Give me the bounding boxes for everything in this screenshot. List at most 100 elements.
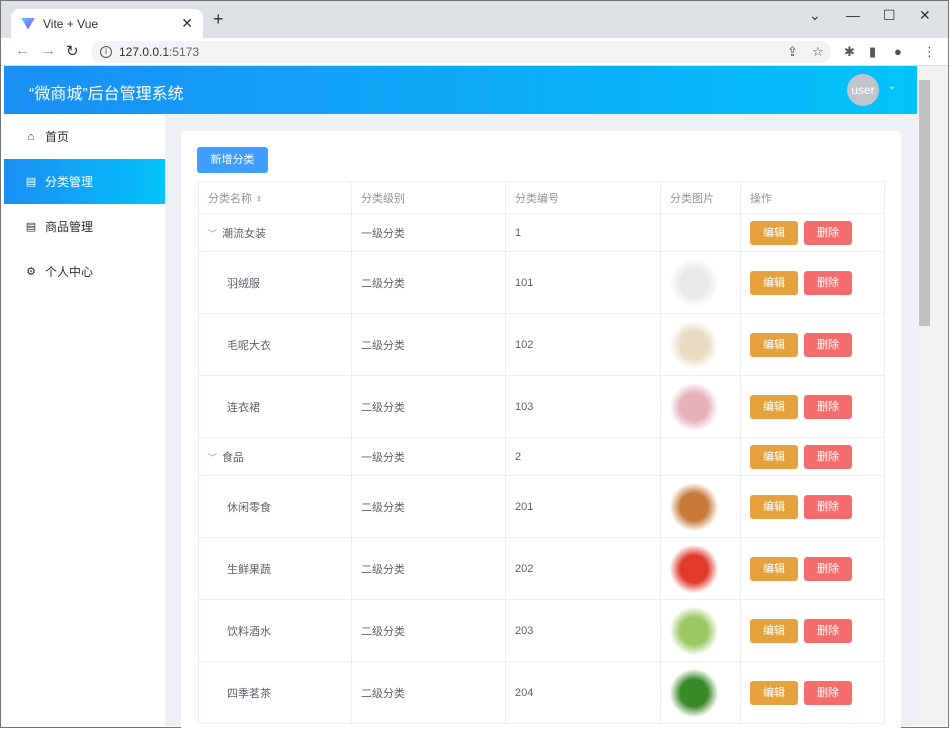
column-header-name[interactable]: 分类名称 ⬍ (198, 181, 352, 214)
level-cell: 二级分类 (351, 537, 506, 600)
sort-icon[interactable]: ⬍ (255, 194, 263, 204)
scrollbar[interactable] (917, 66, 947, 726)
edit-button[interactable]: 编辑 (750, 494, 798, 519)
name-cell: 毛呢大衣 (198, 313, 352, 376)
reload-icon[interactable]: ↻ (66, 42, 79, 60)
sidebar-item-profile[interactable]: ⚙ 个人中心 (4, 249, 165, 294)
side-panel-icon[interactable]: ▮ (869, 44, 876, 60)
delete-button[interactable]: 删除 (804, 618, 852, 643)
image-cell (660, 437, 741, 476)
category-image (670, 668, 718, 717)
chevron-down-icon[interactable]: ﹀ (208, 227, 222, 240)
name-cell: 休闲零食 (198, 475, 352, 538)
table-row: 饮料酒水 二级分类 203 编辑 删除 (198, 599, 885, 662)
actions-cell: 编辑 删除 (740, 437, 885, 476)
tab-search-icon[interactable]: ⌄ (809, 7, 821, 24)
scrollbar-thumb[interactable] (919, 80, 930, 326)
user-avatar[interactable]: user (847, 74, 879, 106)
column-header-actions: 操作 (740, 181, 885, 214)
column-header-level: 分类级别 (351, 181, 506, 214)
delete-button[interactable]: 删除 (804, 556, 852, 581)
bookmark-star-icon[interactable]: ☆ (812, 44, 824, 60)
table-row: 休闲零食 二级分类 201 编辑 删除 (198, 475, 885, 538)
tab-title: Vite + Vue (43, 16, 99, 31)
url-port: :5173 (169, 45, 200, 59)
back-icon[interactable]: ← (15, 42, 30, 59)
name-cell: 生鲜果蔬 (198, 537, 352, 600)
edit-button[interactable]: 编辑 (750, 444, 798, 469)
delete-button[interactable]: 删除 (804, 332, 852, 357)
level-cell: 二级分类 (351, 475, 506, 538)
name-cell: 连衣裙 (198, 375, 352, 438)
close-tab-icon[interactable]: ✕ (181, 15, 193, 32)
info-icon: i (100, 46, 112, 58)
clipboard-icon: ▤ (25, 176, 37, 188)
category-image (670, 258, 718, 307)
actions-cell: 编辑 删除 (740, 537, 885, 600)
level-cell: 二级分类 (351, 661, 506, 724)
close-window-button[interactable]: ✕ (919, 7, 931, 24)
browser-tab[interactable]: Vite + Vue ✕ (11, 9, 203, 38)
name-cell: 羽绒服 (198, 251, 352, 314)
code-cell: 202 (505, 537, 661, 600)
chevron-down-icon[interactable]: ﹀ (208, 451, 222, 464)
new-tab-button[interactable]: + (213, 9, 224, 30)
address-bar: ← → ↻ i 127.0.0.1:5173 ⇪ ☆ ✱ ▮ ● ⋮ (1, 38, 948, 66)
share-icon[interactable]: ⇪ (787, 44, 798, 60)
edit-button[interactable]: 编辑 (750, 220, 798, 245)
category-image (670, 482, 718, 531)
code-cell: 101 (505, 251, 661, 314)
profile-icon[interactable]: ● (894, 44, 902, 59)
column-header-code: 分类编号 (505, 181, 661, 214)
sidebar: ⌂ 首页 ▤ 分类管理 ▤ 商品管理 ⚙ 个人中心 (4, 114, 165, 726)
image-cell (660, 661, 741, 724)
category-name: 食品 (222, 451, 244, 464)
edit-button[interactable]: 编辑 (750, 270, 798, 295)
sidebar-item-category[interactable]: ▤ 分类管理 (4, 159, 165, 204)
delete-button[interactable]: 删除 (804, 494, 852, 519)
minimize-button[interactable]: — (846, 7, 860, 23)
actions-cell: 编辑 删除 (740, 313, 885, 376)
extensions-icon[interactable]: ✱ (844, 44, 855, 60)
delete-button[interactable]: 删除 (804, 220, 852, 245)
name-cell: 饮料酒水 (198, 599, 352, 662)
table-row: 四季茗茶 二级分类 204 编辑 删除 (198, 661, 885, 724)
menu-icon[interactable]: ⋮ (923, 44, 936, 60)
level-cell: 二级分类 (351, 599, 506, 662)
image-cell (660, 537, 741, 600)
maximize-button[interactable]: ☐ (883, 7, 896, 24)
sidebar-item-home[interactable]: ⌂ 首页 (4, 114, 165, 159)
delete-button[interactable]: 删除 (804, 444, 852, 469)
forward-icon[interactable]: → (41, 42, 56, 59)
url-input[interactable]: i 127.0.0.1:5173 (91, 41, 831, 63)
category-image (670, 606, 718, 655)
gear-icon: ⚙ (26, 266, 36, 278)
app-header: “微商城”后台管理系统 user ⌄ (4, 66, 917, 114)
add-category-button[interactable]: 新增分类 (197, 147, 268, 173)
actions-cell: 编辑 删除 (740, 375, 885, 438)
level-cell: 一级分类 (351, 213, 506, 252)
edit-button[interactable]: 编辑 (750, 394, 798, 419)
delete-button[interactable]: 删除 (804, 680, 852, 705)
category-card: 新增分类 分类名称 ⬍ 分类级别 分类编号 分类图片 操作 ﹀ 潮流女装 一级分类 1… (181, 131, 901, 731)
code-cell: 102 (505, 313, 661, 376)
edit-button[interactable]: 编辑 (750, 556, 798, 581)
edit-button[interactable]: 编辑 (750, 332, 798, 357)
actions-cell: 编辑 删除 (740, 251, 885, 314)
delete-button[interactable]: 删除 (804, 270, 852, 295)
image-cell (660, 475, 741, 538)
level-cell: 二级分类 (351, 375, 506, 438)
main-content: 新增分类 分类名称 ⬍ 分类级别 分类编号 分类图片 操作 ﹀ 潮流女装 一级分类 1… (165, 114, 917, 731)
edit-button[interactable]: 编辑 (750, 680, 798, 705)
image-cell (660, 213, 741, 252)
sidebar-item-products[interactable]: ▤ 商品管理 (4, 204, 165, 249)
delete-button[interactable]: 删除 (804, 394, 852, 419)
table-row: 生鲜果蔬 二级分类 202 编辑 删除 (198, 537, 885, 600)
tab-bar: Vite + Vue ✕ + ⌄ — ☐ ✕ (1, 1, 948, 38)
chevron-down-icon[interactable]: ⌄ (888, 81, 896, 92)
home-icon: ⌂ (27, 130, 35, 143)
edit-button[interactable]: 编辑 (750, 618, 798, 643)
category-table: 分类名称 ⬍ 分类级别 分类编号 分类图片 操作 ﹀ 潮流女装 一级分类 1 编辑 删除羽… (198, 181, 885, 724)
category-image (670, 320, 718, 369)
name-cell: 四季茗茶 (198, 661, 352, 724)
